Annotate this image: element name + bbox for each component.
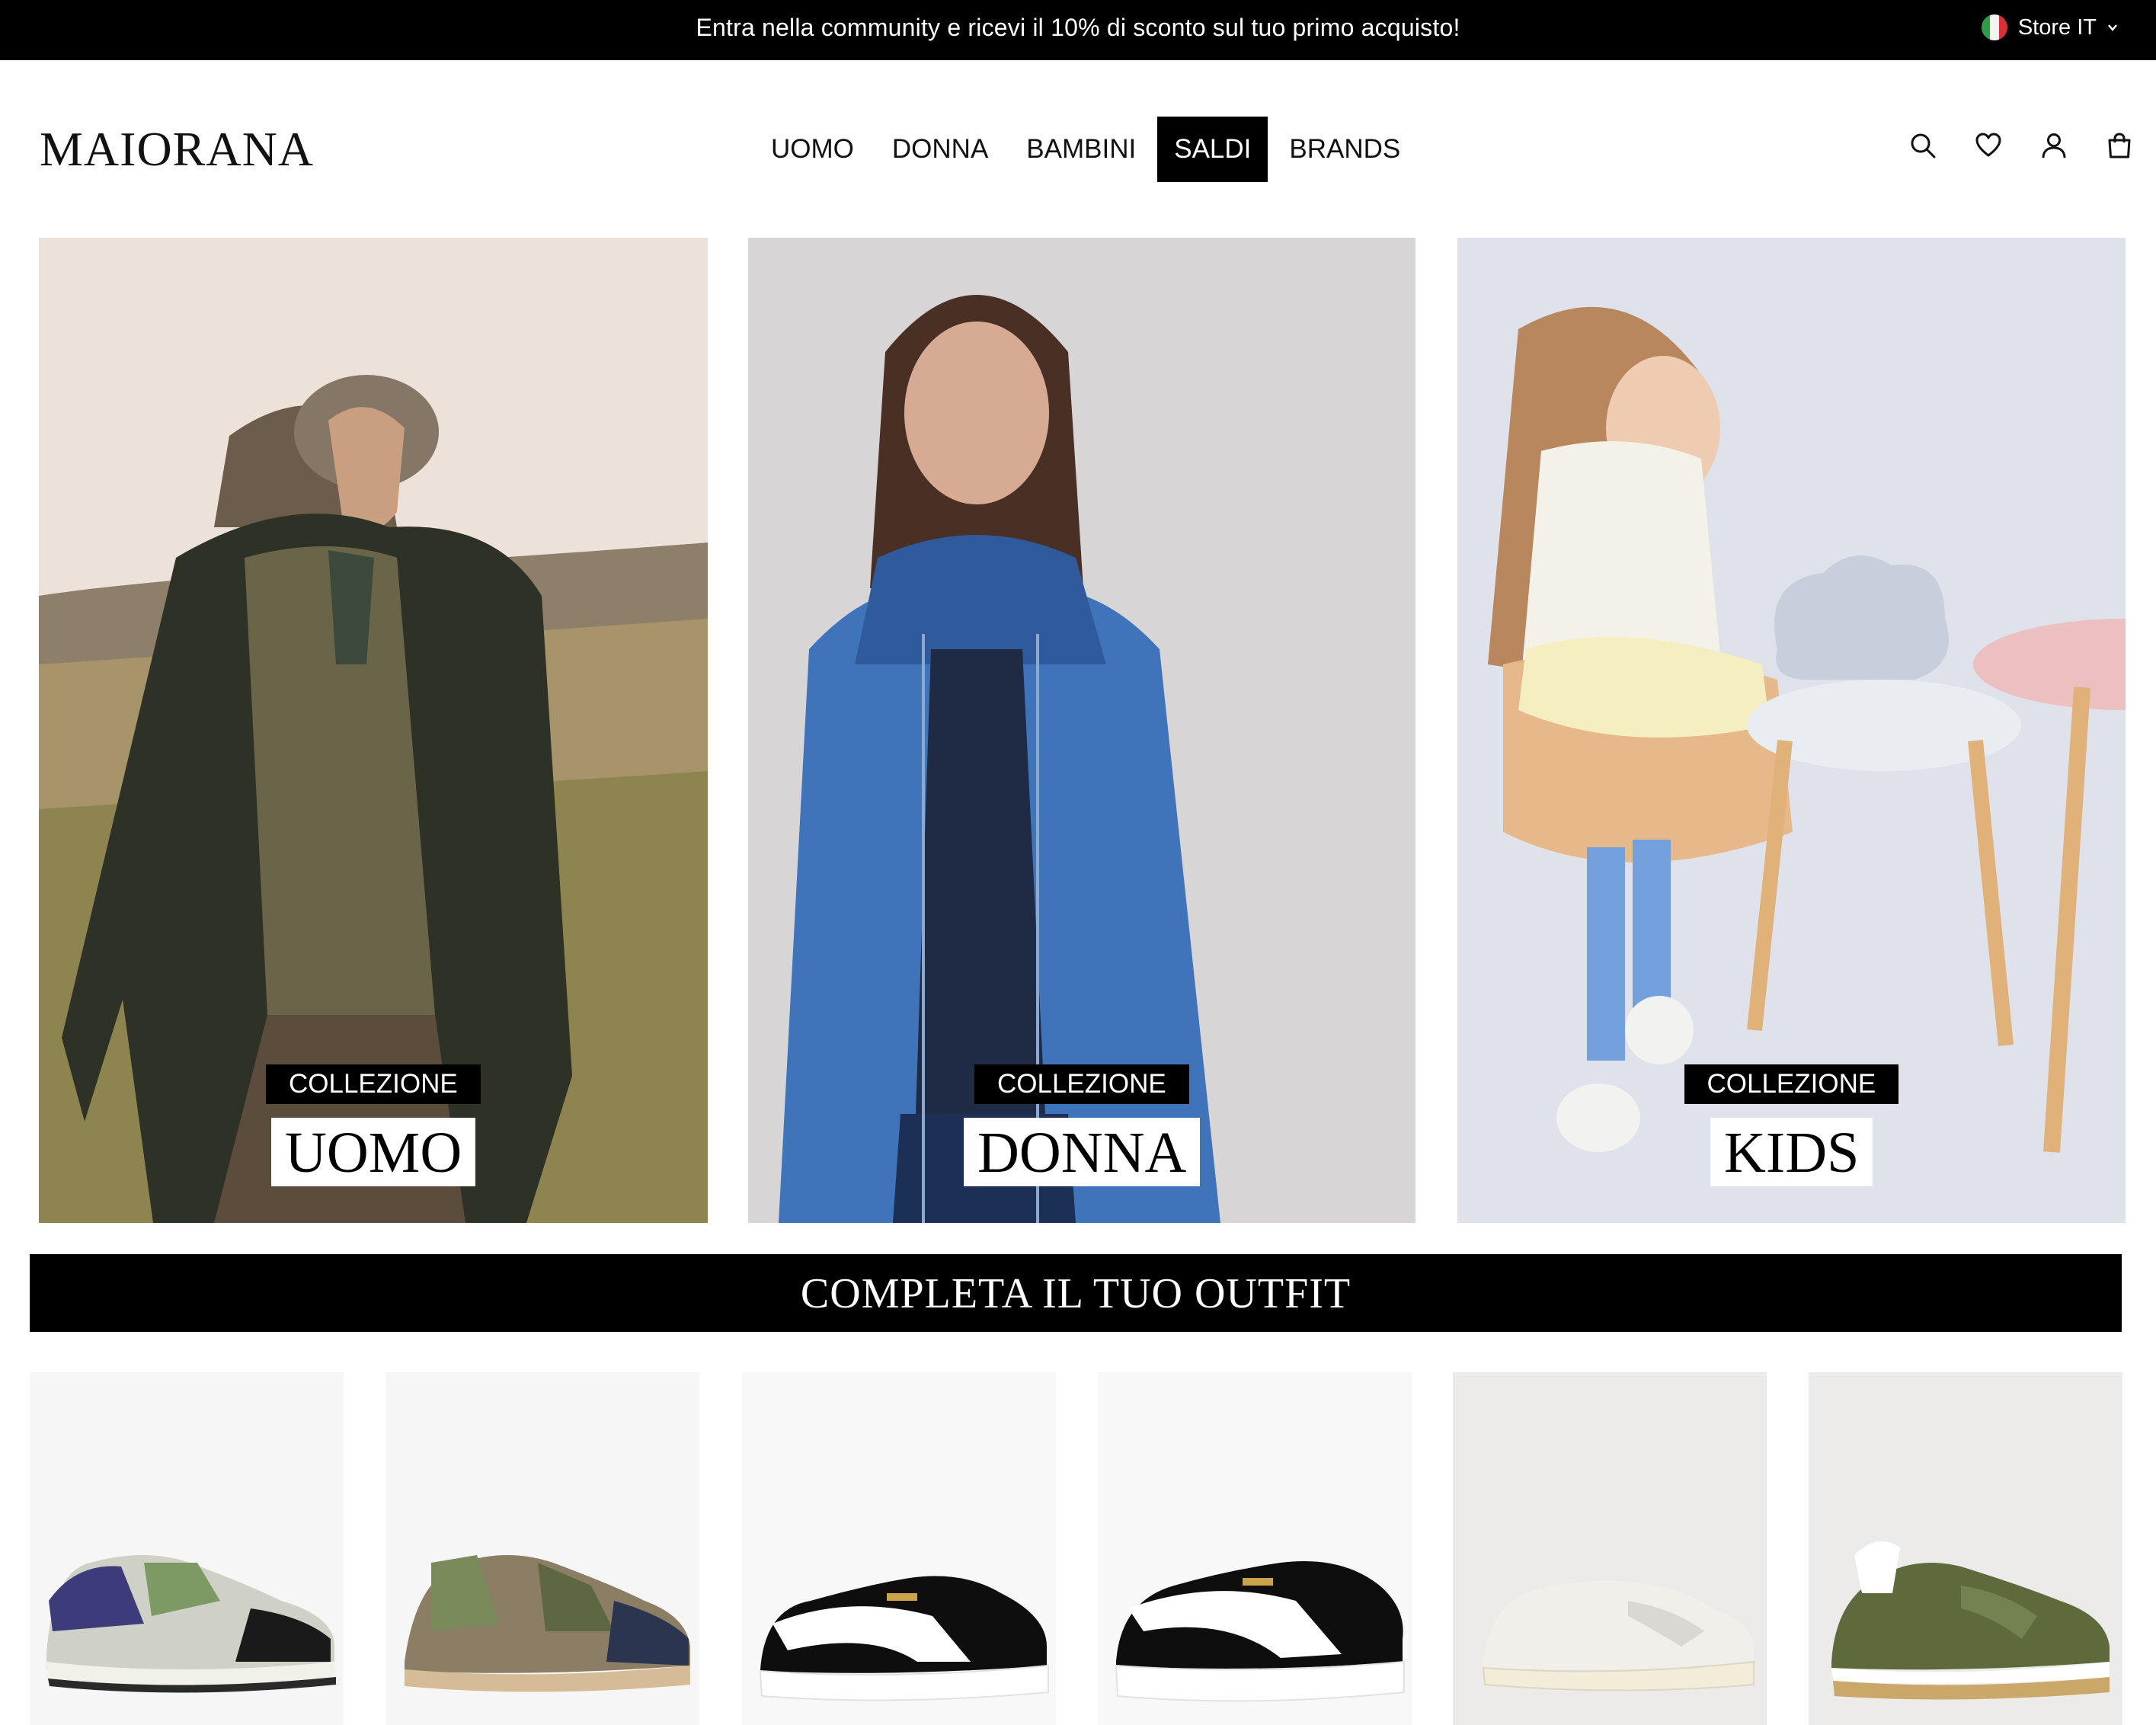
collection-tile-donna[interactable]: COLLEZIONE DONNA [748, 238, 1415, 1223]
product-card[interactable] [30, 1372, 344, 1725]
italy-flag-icon [1981, 14, 2007, 40]
product-card[interactable] [385, 1372, 699, 1725]
store-selector[interactable]: Store IT [1981, 12, 2118, 43]
product-image [385, 1372, 699, 1725]
nav-item-brands[interactable]: BRANDS [1272, 117, 1417, 182]
collection-tile-kids[interactable]: COLLEZIONE KIDS [1457, 238, 2126, 1223]
main-nav: UOMO DONNA BAMBINI SALDI BRANDS [754, 117, 1422, 182]
product-image [742, 1372, 1056, 1725]
product-card[interactable] [1098, 1372, 1412, 1725]
collection-kicker: COLLEZIONE [266, 1064, 481, 1104]
collection-title: DONNA [964, 1118, 1201, 1186]
product-card[interactable] [1809, 1372, 2122, 1725]
bag-icon[interactable] [2106, 132, 2133, 159]
outfit-section-title: COMPLETA IL TUO OUTFIT [30, 1254, 2122, 1332]
product-image [1809, 1372, 2122, 1725]
nav-item-donna[interactable]: DONNA [875, 117, 1005, 182]
collection-tile-uomo[interactable]: COLLEZIONE UOMO [39, 238, 708, 1223]
product-image [1098, 1372, 1412, 1725]
heart-icon[interactable] [1975, 132, 2002, 159]
promo-bar: Entra nella community e ricevi il 10% di… [0, 0, 2156, 60]
chevron-down-icon [2108, 24, 2117, 31]
nav-item-saldi[interactable]: SALDI [1157, 117, 1268, 182]
nav-item-bambini[interactable]: BAMBINI [1009, 117, 1153, 182]
product-card[interactable] [1453, 1372, 1767, 1725]
promo-text[interactable]: Entra nella community e ricevi il 10% di… [0, 0, 2156, 60]
search-icon[interactable] [1909, 132, 1937, 159]
product-image [1453, 1372, 1767, 1725]
collection-title: UOMO [271, 1118, 476, 1186]
collection-kicker: COLLEZIONE [974, 1064, 1189, 1104]
product-card[interactable] [742, 1372, 1056, 1725]
header-actions [1909, 132, 2133, 159]
collection-kicker: COLLEZIONE [1684, 1064, 1899, 1104]
nav-item-uomo[interactable]: UOMO [754, 117, 871, 182]
site-logo[interactable]: MAIORANA [40, 121, 314, 178]
product-image [30, 1372, 344, 1725]
account-icon[interactable] [2040, 132, 2068, 159]
store-label: Store IT [2017, 14, 2097, 40]
site-header: MAIORANA UOMO DONNA BAMBINI SALDI BRANDS [0, 60, 2156, 238]
collection-title: KIDS [1710, 1118, 1873, 1186]
